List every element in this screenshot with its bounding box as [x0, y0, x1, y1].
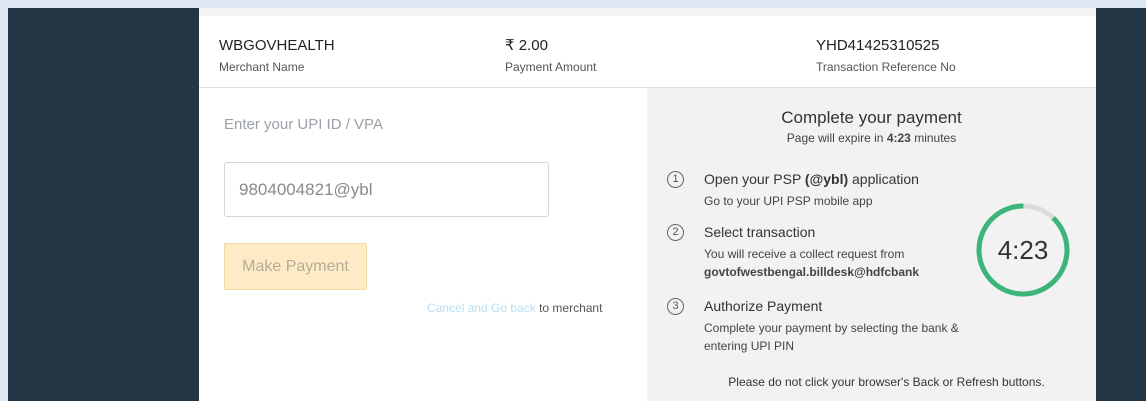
- card-top-bar: [199, 8, 1096, 16]
- payment-card: WBGOVHEALTH Merchant Name ₹ 2.00 Payment…: [199, 8, 1096, 401]
- countdown-timer: 4:23: [975, 202, 1071, 298]
- step-1-desc: Go to your UPI PSP mobile app: [704, 194, 873, 208]
- upi-id-label: Enter your UPI ID / VPA: [224, 116, 383, 133]
- step-2-desc: You will receive a collect request from: [704, 247, 905, 261]
- transaction-ref: YHD41425310525: [816, 37, 940, 54]
- step-3-number-icon: 3: [667, 298, 684, 315]
- instructions-panel: Complete your payment Page will expire i…: [647, 88, 1096, 401]
- payment-amount: ₹ 2.00: [505, 37, 548, 54]
- payment-amount-label: Payment Amount: [505, 60, 597, 74]
- instructions-title: Complete your payment: [781, 108, 962, 127]
- step-2-vpa: govtofwestbengal.billdesk@hdfcbank: [704, 265, 920, 279]
- transaction-ref-label: Transaction Reference No: [816, 60, 956, 74]
- browser-warning: Please do not click your browser's Back …: [728, 375, 1045, 389]
- step-1-title: Open your PSP (@ybl) application: [704, 171, 919, 187]
- step-2-desc-wrap: You will receive a collect request from …: [704, 245, 994, 281]
- step-1-title-bold: (@ybl): [804, 171, 849, 187]
- step-3-title: Authorize Payment: [704, 298, 823, 314]
- upi-id-input[interactable]: [224, 162, 549, 217]
- txn-ref-info: YHD41425310525 Transaction Reference No: [816, 37, 956, 74]
- transaction-header: WBGOVHEALTH Merchant Name ₹ 2.00 Payment…: [199, 16, 1096, 88]
- page-top-strip: [0, 0, 1146, 8]
- step-1-number-icon: 1: [667, 171, 684, 188]
- step-2-number-icon: 2: [667, 224, 684, 241]
- cancel-go-back-link[interactable]: Cancel and Go back: [427, 301, 536, 315]
- step-3-desc: Complete your payment by selecting the b…: [704, 321, 959, 353]
- upi-form-panel: Enter your UPI ID / VPA Make Payment Can…: [199, 88, 647, 401]
- step-1-title-prefix: Open your PSP: [704, 171, 805, 187]
- step-2-title: Select transaction: [704, 224, 816, 240]
- expiry-prefix: Page will expire in: [786, 131, 887, 145]
- expiry-notice: Page will expire in 4:23 minutes: [647, 131, 1096, 145]
- expiry-suffix: minutes: [910, 131, 957, 145]
- cancel-suffix: to merchant: [535, 301, 603, 315]
- merchant-name: WBGOVHEALTH: [219, 37, 335, 54]
- merchant-name-label: Merchant Name: [219, 60, 305, 74]
- merchant-info: WBGOVHEALTH Merchant Name: [219, 37, 335, 74]
- step-1-title-suffix: application: [848, 171, 919, 187]
- page-left-edge: [0, 0, 8, 401]
- cancel-line: Cancel and Go back to merchant: [427, 301, 602, 315]
- expiry-time: 4:23: [886, 131, 911, 145]
- make-payment-button[interactable]: Make Payment: [224, 243, 367, 290]
- timer-display: 4:23: [997, 235, 1049, 265]
- amount-info: ₹ 2.00 Payment Amount: [505, 37, 596, 74]
